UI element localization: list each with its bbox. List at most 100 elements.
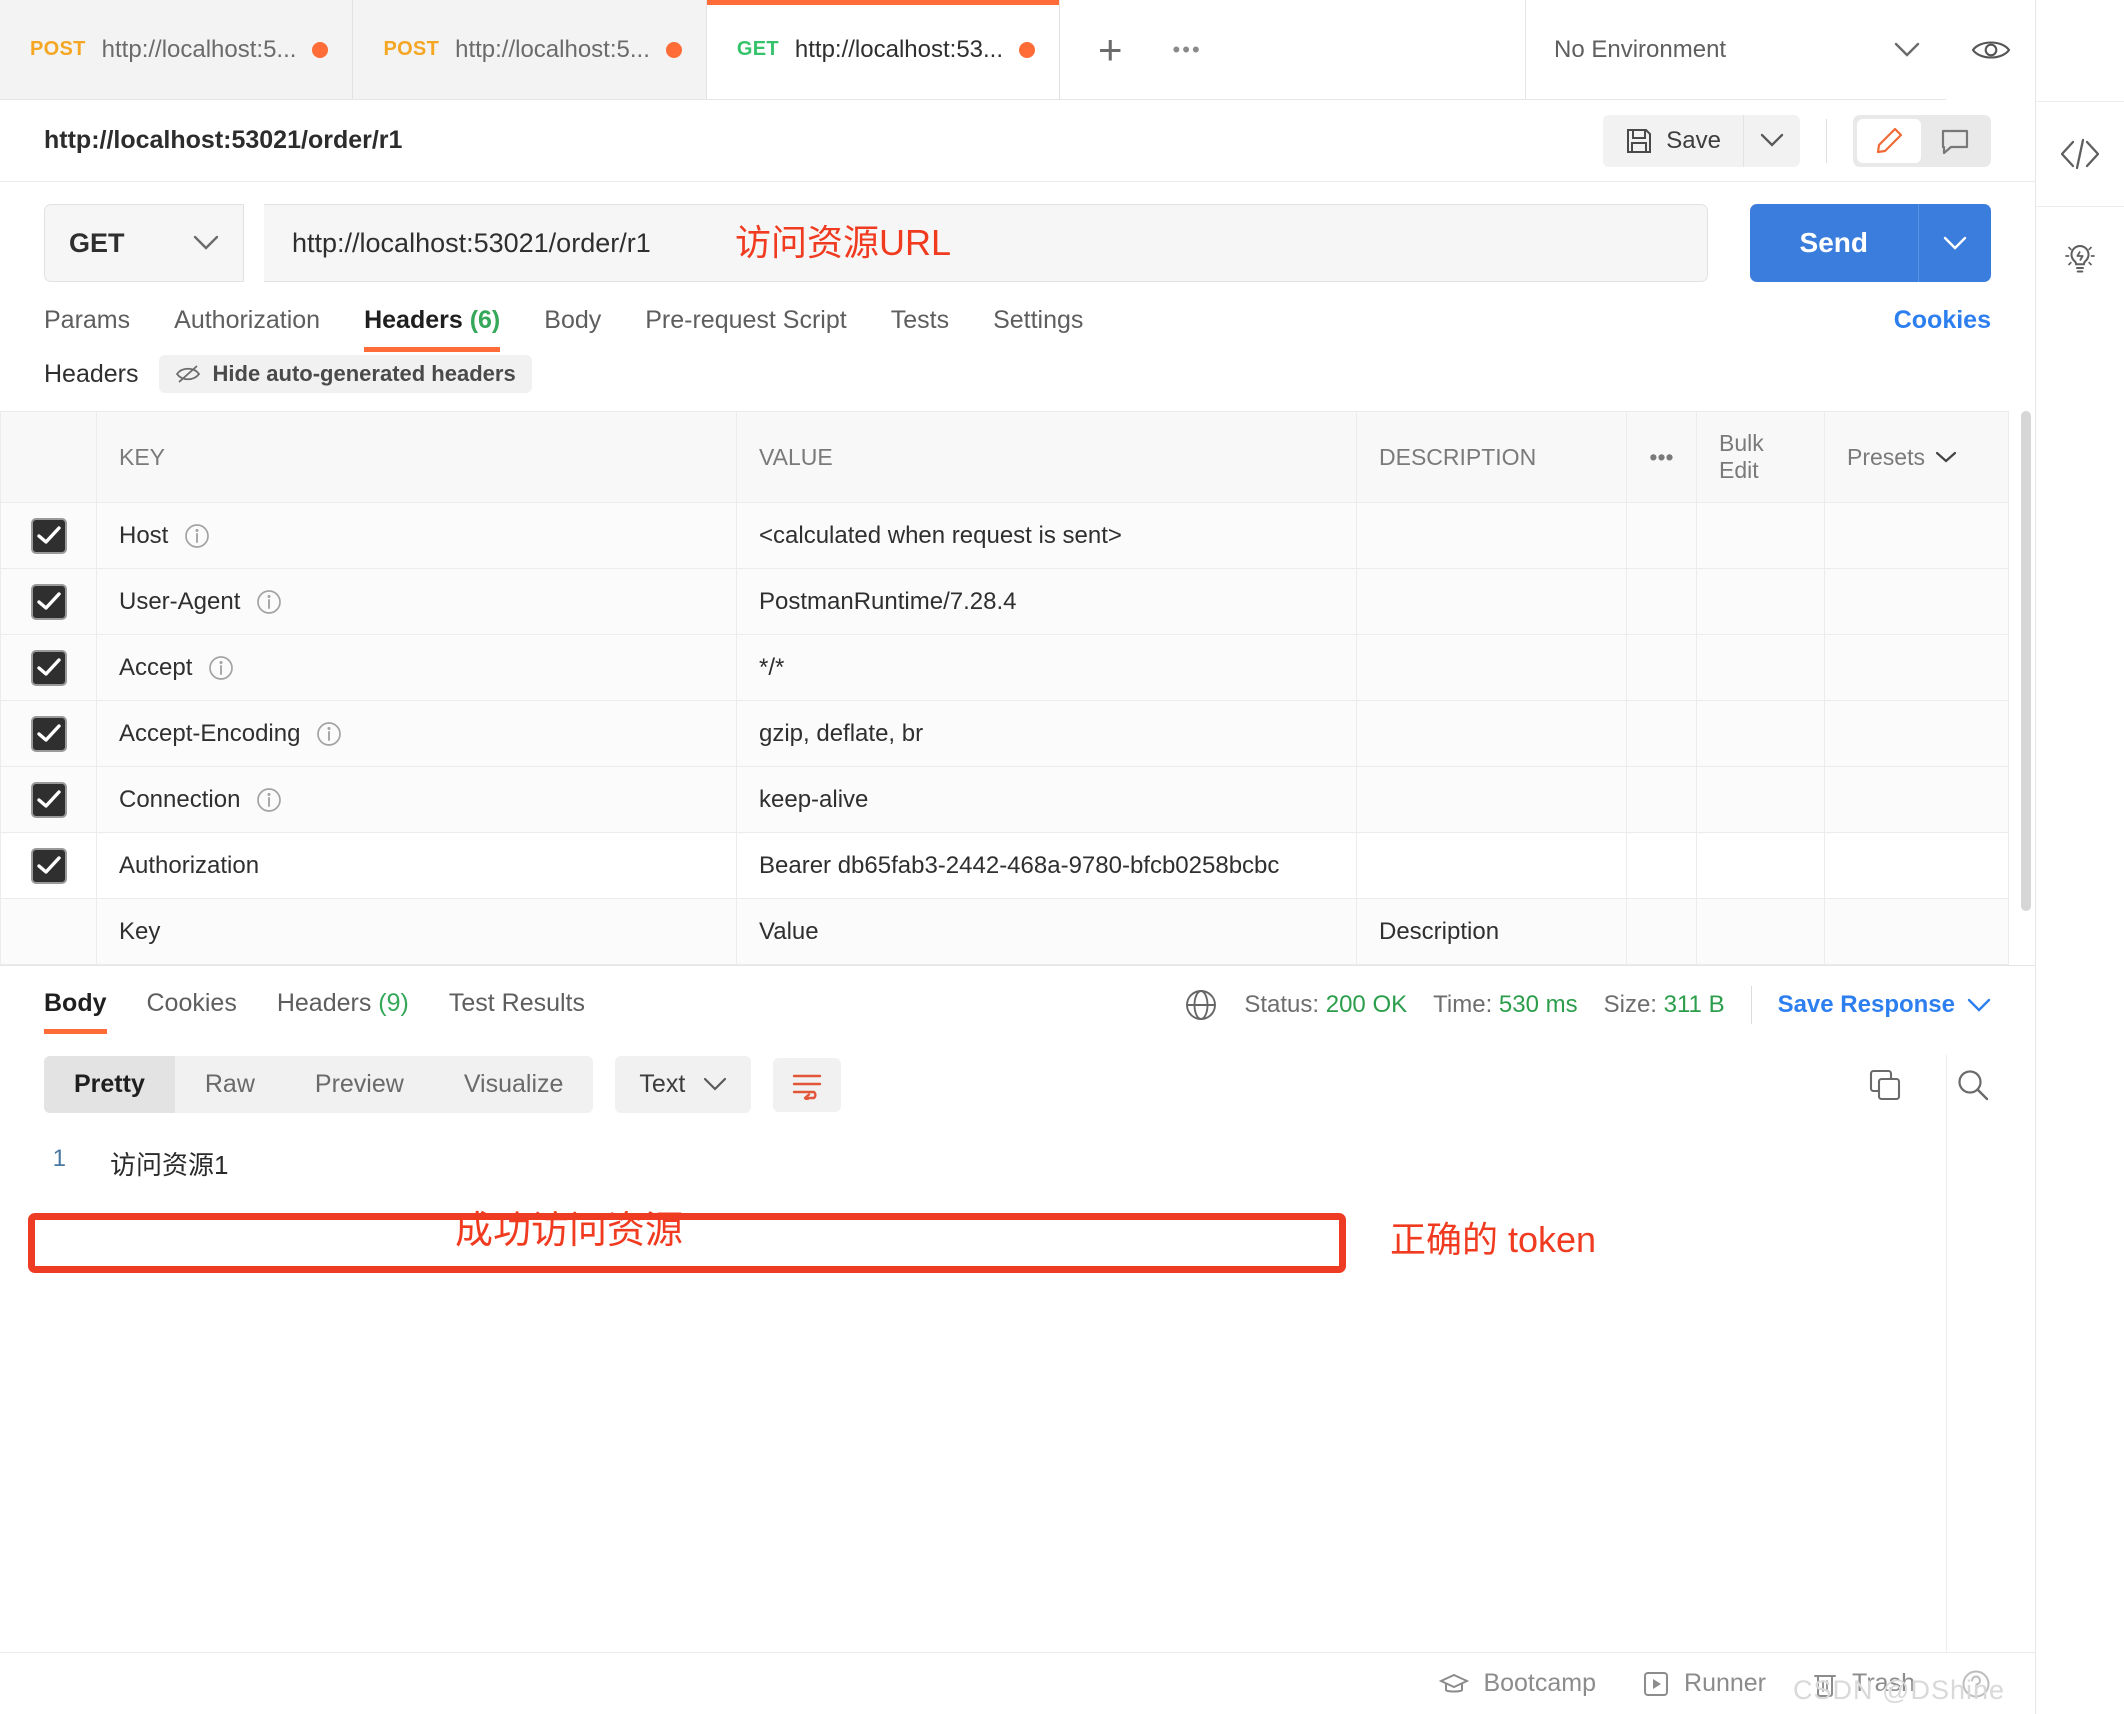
row-value-cell[interactable]: PostmanRuntime/7.28.4 [736,568,1357,635]
row-checkbox-cell[interactable] [0,700,97,767]
table-row-authorization[interactable]: Authorization Bearer db65fab3-2442-468a-… [0,832,2009,899]
table-row[interactable]: Host <calculated when request is sent> [0,502,2009,569]
view-mode-raw[interactable]: Raw [175,1056,285,1113]
row-key-cell[interactable]: Accept [96,634,737,701]
response-tab-test-results[interactable]: Test Results [429,989,605,1034]
runner-button[interactable]: Runner [1642,1669,1766,1698]
trash-button[interactable]: Trash [1812,1669,1915,1698]
url-input[interactable]: http://localhost:53021/order/r1 [264,204,1708,282]
row-checkbox-cell[interactable] [0,898,97,965]
row-checkbox-cell[interactable] [0,766,97,833]
row-description-cell[interactable] [1356,568,1627,635]
info-icon[interactable] [256,589,282,615]
copy-icon[interactable] [1867,1067,1903,1103]
bootcamp-button[interactable]: Bootcamp [1439,1669,1596,1698]
table-row-new-entry[interactable]: Key Value Description [0,898,2009,965]
row-checkbox-cell[interactable] [0,502,97,569]
checkbox-checked-icon[interactable] [30,847,67,884]
postman-window: POST http://localhost:5... POST http://l… [0,0,2124,1714]
table-row[interactable]: User-Agent PostmanRuntime/7.28.4 [0,568,2009,635]
hide-auto-generated-headers-label: Hide auto-generated headers [212,361,516,386]
view-mode-visualize[interactable]: Visualize [434,1056,594,1113]
new-tab-icon[interactable]: + [1098,28,1123,71]
http-method-select[interactable]: GET [44,204,244,282]
view-mode-pretty[interactable]: Pretty [44,1056,175,1113]
table-row[interactable]: Accept */* [0,634,2009,701]
info-icon[interactable] [316,721,342,747]
new-row-key-input[interactable]: Key [96,898,737,965]
bulk-edit-button[interactable]: Bulk Edit [1696,411,1825,503]
search-icon[interactable] [1955,1067,1991,1103]
cookies-link[interactable]: Cookies [1894,306,1991,335]
headers-table-scrollbar[interactable] [2021,411,2031,911]
row-description-cell[interactable] [1356,700,1627,767]
response-tab-cookies[interactable]: Cookies [127,989,257,1034]
row-spacer-cell [1696,898,1825,965]
request-tab-1[interactable]: POST http://localhost:5... [0,0,354,99]
help-button[interactable] [1961,1669,1991,1699]
row-description-cell[interactable] [1356,634,1627,701]
save-response-button[interactable]: Save Response [1778,991,1991,1019]
send-button[interactable]: Send [1749,204,1918,282]
comments-button[interactable] [1923,119,1987,163]
trash-icon [1812,1670,1838,1698]
row-description-cell[interactable] [1356,766,1627,833]
send-options-button[interactable] [1918,204,1991,282]
tab-headers-label: Headers [364,306,463,334]
response-format-select[interactable]: Text [615,1056,752,1113]
response-tab-body[interactable]: Body [44,989,127,1034]
new-row-description-input[interactable]: Description [1356,898,1627,965]
info-icon[interactable] [184,523,210,549]
presets-button[interactable]: Presets [1824,411,2009,503]
checkbox-checked-icon[interactable] [30,781,67,818]
tab-headers[interactable]: Headers (6) [342,306,522,352]
request-tab-3[interactable]: GET http://localhost:53... [706,0,1061,99]
checkbox-checked-icon[interactable] [30,649,67,686]
headers-table-wrap: KEY VALUE DESCRIPTION ••• Bulk Edit Pres… [0,411,2035,1273]
save-options-button[interactable] [1743,114,1800,167]
row-value-cell[interactable]: <calculated when request is sent> [736,502,1357,569]
environment-selector[interactable]: No Environment [1526,0,1946,99]
row-key-cell[interactable]: Host [96,502,737,569]
row-checkbox-cell[interactable] [0,832,97,899]
environment-quick-look-button[interactable] [1946,0,2035,100]
chevron-down-icon [1935,451,1957,464]
tab-options-icon[interactable]: ••• [1173,37,1202,63]
tab-body[interactable]: Body [522,306,623,349]
tab-authorization[interactable]: Authorization [152,306,342,349]
table-row[interactable]: Connection keep-alive [0,766,2009,833]
tab-tests[interactable]: Tests [869,306,971,349]
edit-request-button[interactable] [1857,118,1921,163]
checkbox-checked-icon[interactable] [30,583,67,620]
row-description-cell[interactable] [1356,832,1627,899]
tab-params[interactable]: Params [44,306,152,349]
wrap-lines-button[interactable] [773,1057,842,1112]
row-key-cell[interactable]: Accept-Encoding [96,700,737,767]
tab-pre-request-script[interactable]: Pre-request Script [623,306,868,349]
hide-auto-generated-headers-button[interactable]: Hide auto-generated headers [158,355,532,393]
row-key-cell[interactable]: Authorization [96,832,737,899]
row-description-cell[interactable] [1356,502,1627,569]
row-value-cell[interactable]: Bearer db65fab3-2442-468a-9780-bfcb0258b… [736,832,1357,899]
save-button[interactable]: Save [1603,114,1743,167]
info-icon[interactable] [208,655,234,681]
table-row[interactable]: Accept-Encoding gzip, deflate, br [0,700,2009,767]
row-checkbox-cell[interactable] [0,634,97,701]
row-checkbox-cell[interactable] [0,568,97,635]
row-value-cell[interactable]: keep-alive [736,766,1357,833]
row-key-cell[interactable]: Connection [96,766,737,833]
checkbox-checked-icon[interactable] [30,517,67,554]
row-value-cell[interactable]: gzip, deflate, br [736,700,1357,767]
request-tab-2[interactable]: POST http://localhost:5... [353,0,707,99]
checkbox-checked-icon[interactable] [30,715,67,752]
new-row-value-input[interactable]: Value [736,898,1357,965]
row-key-cell[interactable]: User-Agent [96,568,737,635]
response-tab-headers[interactable]: Headers (9) [257,989,429,1034]
view-mode-preview[interactable]: Preview [285,1056,434,1113]
headers-more-options-icon[interactable]: ••• [1626,411,1697,503]
api-insights-button[interactable] [2036,207,2124,311]
info-icon[interactable] [256,787,282,813]
tab-settings[interactable]: Settings [971,306,1105,349]
row-value-cell[interactable]: */* [736,634,1357,701]
code-snippet-button[interactable] [2036,102,2124,206]
